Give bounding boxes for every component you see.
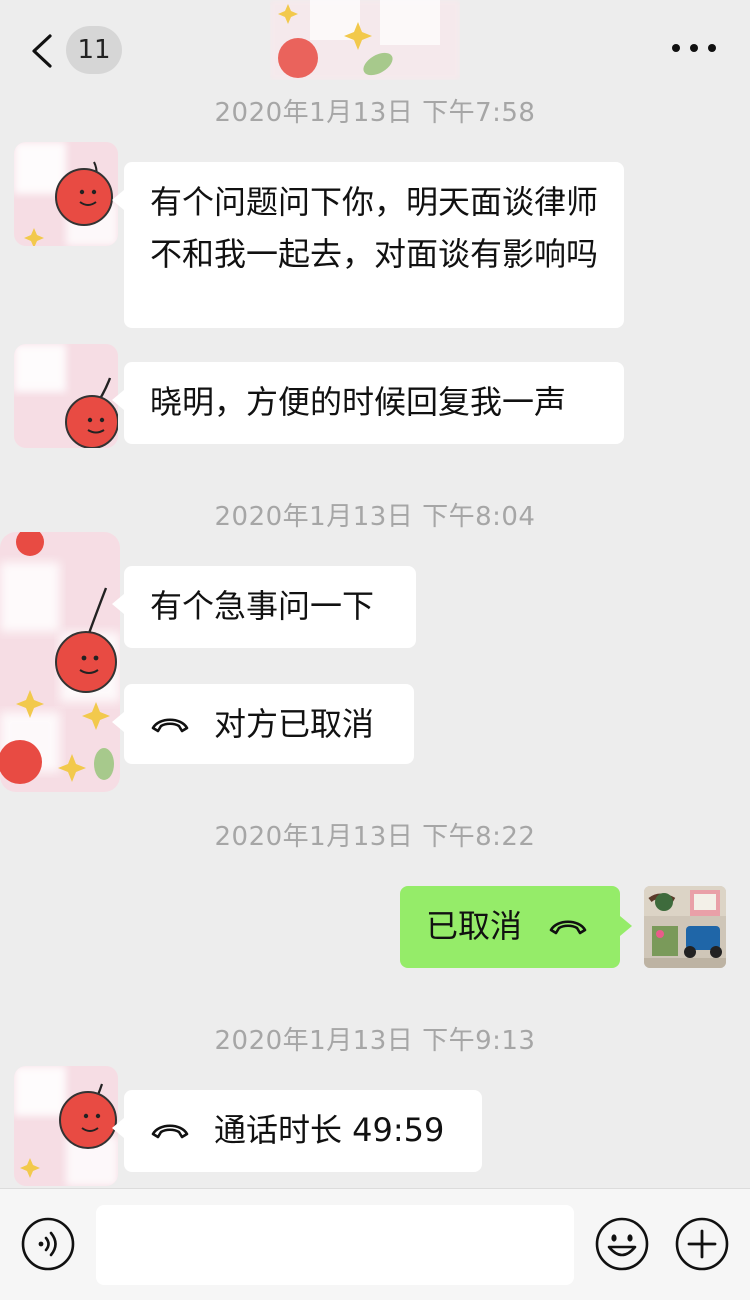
chat-header: 11	[0, 0, 750, 96]
plus-icon	[675, 1217, 729, 1271]
emoji-icon	[595, 1217, 649, 1271]
avatar[interactable]	[0, 532, 120, 792]
timestamp: 2020年1月13日 下午9:13	[214, 1026, 536, 1056]
phone-hangup-icon	[151, 718, 189, 733]
phone-hangup-icon	[549, 920, 587, 935]
message-bubble[interactable]: 有个问题问下你，明天面谈律师不和我一起去，对面谈有影响吗	[112, 162, 624, 328]
unread-count-badge: 11	[66, 26, 122, 74]
call-message-bubble[interactable]: 对方已取消	[112, 684, 414, 764]
call-message-bubble-outgoing[interactable]: 已取消	[400, 886, 632, 968]
chevron-left-icon	[32, 34, 52, 68]
message-input[interactable]	[96, 1205, 574, 1285]
blurred-title-avatar	[270, 0, 460, 80]
avatar[interactable]	[14, 1066, 118, 1186]
message-bubble[interactable]: 晓明，方便的时候回复我一声	[112, 362, 624, 444]
timestamp: 2020年1月13日 下午7:58	[214, 98, 536, 128]
timestamp: 2020年1月13日 下午8:22	[214, 822, 536, 852]
more-options-button[interactable]	[672, 34, 716, 62]
plus-button[interactable]	[675, 1217, 729, 1271]
avatar[interactable]	[14, 344, 118, 448]
timestamp: 2020年1月13日 下午8:04	[214, 502, 536, 532]
voice-button[interactable]	[21, 1217, 75, 1271]
input-bar	[0, 1188, 750, 1300]
voice-icon	[21, 1217, 75, 1271]
emoji-button[interactable]	[595, 1217, 649, 1271]
back-button[interactable]: 11	[28, 26, 138, 74]
call-message-bubble[interactable]: 通话时长 49:59	[112, 1090, 482, 1172]
chat-title	[270, 0, 460, 80]
self-avatar[interactable]	[644, 886, 726, 968]
more-dots-icon	[672, 44, 680, 52]
phone-hangup-icon	[151, 1124, 189, 1139]
avatar[interactable]	[14, 142, 118, 246]
message-bubble[interactable]: 有个急事问一下	[112, 566, 416, 648]
